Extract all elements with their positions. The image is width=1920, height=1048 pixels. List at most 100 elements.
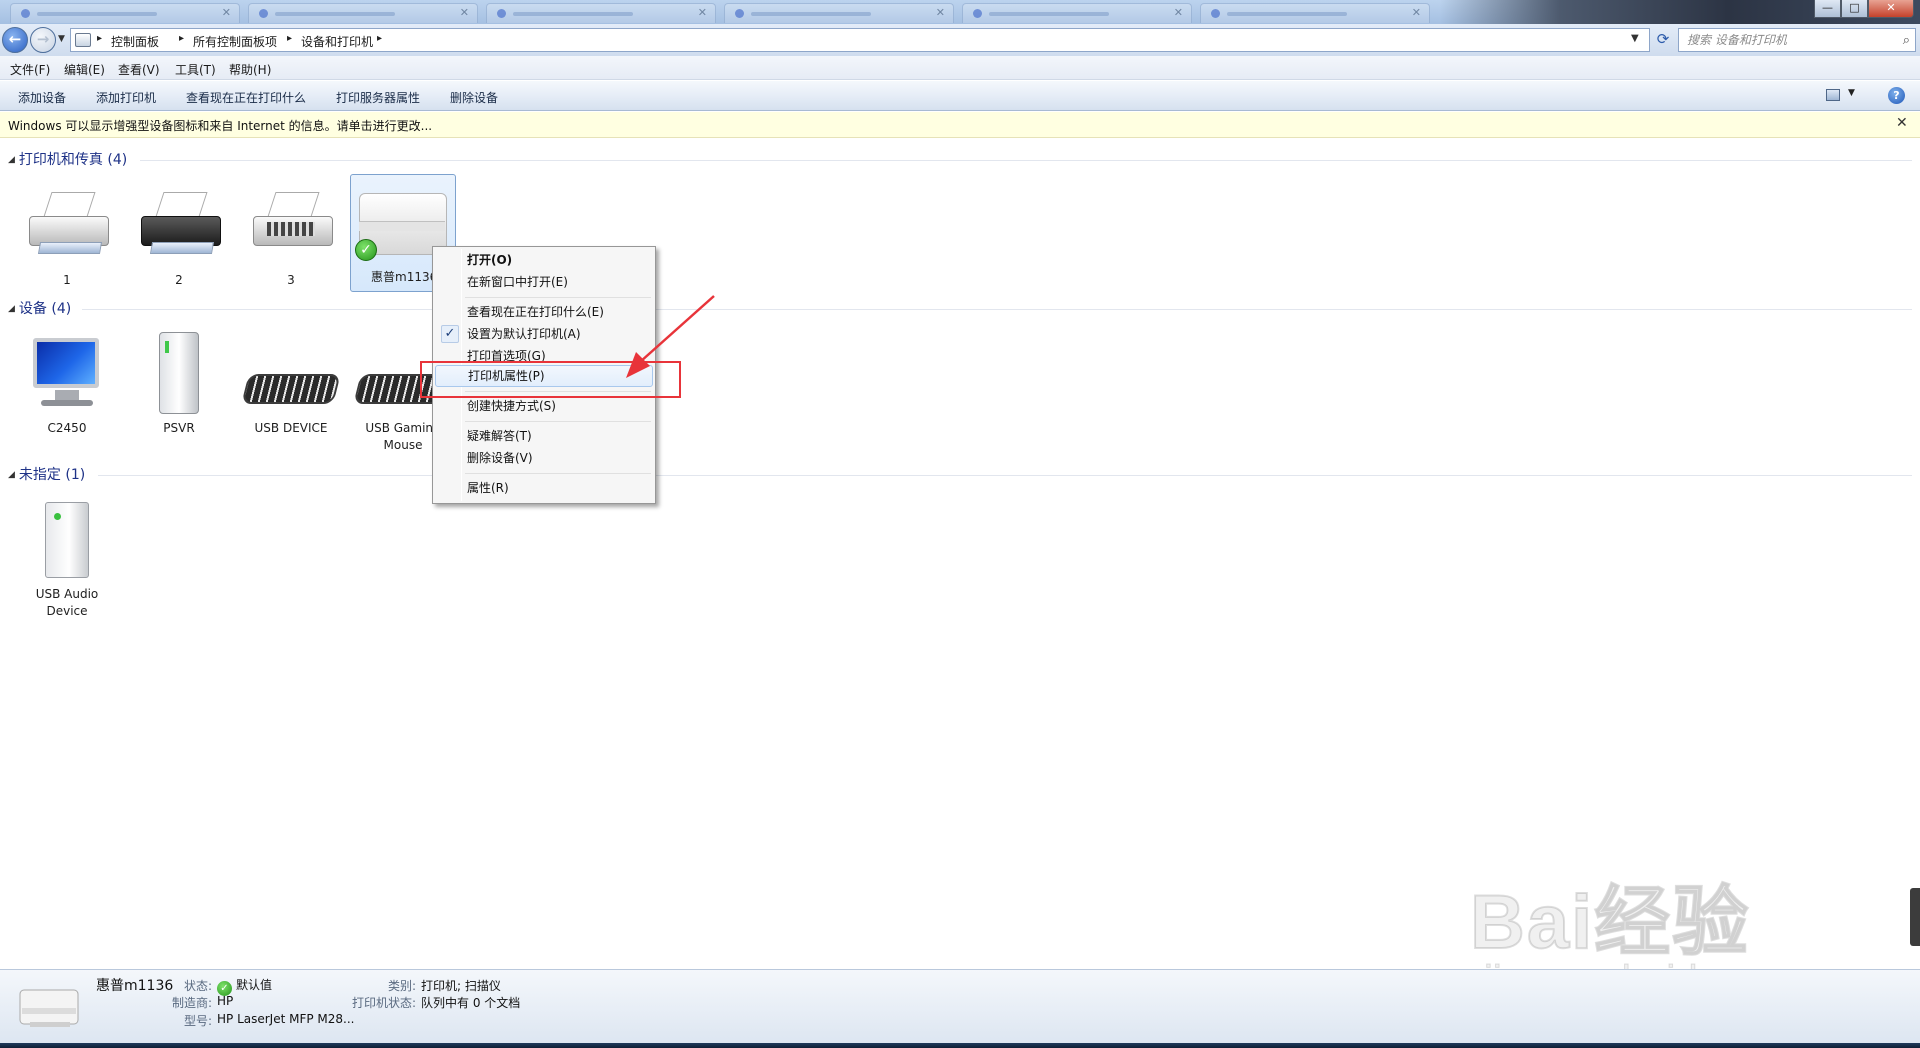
- device-label: USB Audio Device: [35, 587, 99, 618]
- detail-manufacturer-label: 制造商:: [172, 996, 213, 1010]
- group-title: 设备 (4): [18, 301, 72, 317]
- back-button[interactable]: ←: [2, 27, 28, 53]
- printer-icon: [129, 182, 229, 268]
- forward-button[interactable]: →: [30, 27, 56, 53]
- background-tab[interactable]: ✕: [486, 3, 716, 23]
- info-bar[interactable]: Windows 可以显示增强型设备图标和来自 Internet 的信息。请单击进…: [0, 112, 1920, 138]
- detail-status-value: ✓ 默认值: [217, 976, 272, 996]
- collapse-triangle-icon[interactable]: ◢: [8, 155, 15, 165]
- tab-close-icon[interactable]: ✕: [1174, 6, 1183, 19]
- remove-device-button[interactable]: 删除设备: [450, 89, 498, 106]
- menu-file[interactable]: 文件(F): [10, 61, 50, 78]
- group-divider: [98, 475, 1912, 476]
- tab-favicon: [735, 9, 744, 18]
- device-monitor-c2450[interactable]: C2450: [12, 330, 122, 437]
- detail-printer-status-value: 队列中有 0 个文档: [421, 996, 521, 1010]
- tab-title-blur: [275, 12, 395, 16]
- device-usb-audio[interactable]: USB Audio Device: [12, 496, 122, 620]
- group-divider: [82, 309, 1912, 310]
- breadcrumb-control-panel[interactable]: 控制面板: [111, 33, 159, 50]
- address-bar[interactable]: ▸ 控制面板 ▸ 所有控制面板项 ▸ 设备和打印机 ▸ ▼: [70, 28, 1650, 52]
- multifunction-printer-icon: [19, 989, 79, 1027]
- help-icon[interactable]: ?: [1888, 87, 1905, 104]
- breadcrumb-all-items[interactable]: 所有控制面板项: [193, 33, 277, 50]
- device-label: PSVR: [163, 421, 195, 435]
- print-server-properties-button[interactable]: 打印服务器属性: [336, 89, 420, 106]
- side-grip-handle[interactable]: [1910, 888, 1920, 946]
- address-history-dropdown-icon[interactable]: ▼: [1631, 33, 1639, 44]
- menu-help[interactable]: 帮助(H): [229, 61, 271, 78]
- group-title: 未指定 (1): [18, 467, 86, 483]
- menu-item-properties[interactable]: 属性(R): [435, 477, 653, 499]
- menu-item-label: 设置为默认打印机(A): [467, 327, 581, 341]
- menu-tools[interactable]: 工具(T): [175, 61, 216, 78]
- menu-view[interactable]: 查看(V): [118, 61, 160, 78]
- tab-title-blur: [751, 12, 871, 16]
- tab-title-blur: [513, 12, 633, 16]
- search-icon[interactable]: ⌕: [1903, 30, 1910, 52]
- add-device-button[interactable]: 添加设备: [18, 89, 66, 106]
- detail-status-text: 默认值: [236, 978, 273, 992]
- device-psvr[interactable]: PSVR: [124, 330, 234, 437]
- breadcrumb-devices-printers[interactable]: 设备和打印机: [301, 33, 373, 50]
- tab-close-icon[interactable]: ✕: [222, 6, 231, 19]
- menu-item-create-shortcut[interactable]: 创建快捷方式(S): [435, 395, 653, 417]
- background-tab[interactable]: ✕: [962, 3, 1192, 23]
- fax-icon: [241, 182, 341, 268]
- background-tab[interactable]: ✕: [248, 3, 478, 23]
- see-whats-printing-button[interactable]: 查看现在正在打印什么: [186, 89, 306, 106]
- collapse-triangle-icon[interactable]: ◢: [8, 470, 15, 480]
- collapse-triangle-icon[interactable]: ◢: [8, 304, 15, 314]
- details-pane: 惠普m1136 状态: ✓ 默认值 制造商: HP 型号: HP LaserJet…: [0, 969, 1920, 1043]
- breadcrumb-separator-icon[interactable]: ▸: [179, 33, 184, 44]
- close-button[interactable]: ✕: [1868, 0, 1914, 18]
- tab-close-icon[interactable]: ✕: [936, 6, 945, 19]
- add-printer-button[interactable]: 添加打印机: [96, 89, 156, 106]
- default-printer-check-icon: ✓: [355, 239, 377, 261]
- tab-close-icon[interactable]: ✕: [1412, 6, 1421, 19]
- menu-separator: [465, 421, 651, 422]
- group-header-printers[interactable]: ◢ 打印机和传真 (4): [8, 149, 127, 169]
- breadcrumb-separator-icon[interactable]: ▸: [287, 33, 292, 44]
- view-options-dropdown-icon[interactable]: ▼: [1848, 88, 1855, 98]
- menu-item-troubleshoot[interactable]: 疑难解答(T): [435, 425, 653, 447]
- checkmark-icon: ✓: [441, 325, 459, 343]
- device-usb-device[interactable]: USB DEVICE: [236, 330, 346, 437]
- group-header-devices[interactable]: ◢ 设备 (4): [8, 298, 71, 318]
- recent-pages-dropdown-icon[interactable]: ▼: [58, 34, 65, 44]
- info-bar-text[interactable]: Windows 可以显示增强型设备图标和来自 Internet 的信息。请单击进…: [8, 117, 432, 134]
- background-tab[interactable]: ✕: [1200, 3, 1430, 23]
- breadcrumb-separator-icon[interactable]: ▸: [97, 33, 102, 44]
- tab-title-blur: [1227, 12, 1347, 16]
- group-header-unspecified[interactable]: ◢ 未指定 (1): [8, 464, 85, 484]
- menu-edit[interactable]: 编辑(E): [64, 61, 105, 78]
- menu-item-open[interactable]: 打开(O): [435, 249, 653, 271]
- background-tab[interactable]: ✕: [724, 3, 954, 23]
- change-view-icon[interactable]: [1826, 89, 1840, 101]
- taskbar: [0, 1043, 1920, 1048]
- menu-item-remove-device[interactable]: 删除设备(V): [435, 447, 653, 469]
- info-bar-close-icon[interactable]: ✕: [1896, 115, 1908, 131]
- tab-title-blur: [989, 12, 1109, 16]
- refresh-button[interactable]: ⟳: [1654, 30, 1672, 50]
- group-title: 打印机和传真 (4): [18, 152, 128, 168]
- tab-close-icon[interactable]: ✕: [460, 6, 469, 19]
- breadcrumb-separator-icon[interactable]: ▸: [377, 33, 382, 44]
- minimize-button[interactable]: —: [1814, 0, 1841, 18]
- device-printer-1[interactable]: 1: [12, 182, 122, 289]
- tower-device-icon: [129, 330, 229, 416]
- maximize-button[interactable]: □: [1841, 0, 1868, 18]
- annotation-arrow-icon: [626, 295, 715, 378]
- tab-close-icon[interactable]: ✕: [698, 6, 707, 19]
- device-fax-3[interactable]: 3: [236, 182, 346, 289]
- device-label: 2: [175, 273, 183, 287]
- detail-manufacturer-value: HP: [217, 994, 234, 1008]
- detail-model-label: 型号:: [184, 1014, 213, 1028]
- printer-icon: [17, 182, 117, 268]
- tab-favicon: [1211, 9, 1220, 18]
- device-printer-2[interactable]: 2: [124, 182, 234, 289]
- search-input[interactable]: 搜索 设备和打印机 ⌕: [1678, 28, 1916, 52]
- tab-title-blur: [37, 12, 157, 16]
- command-bar: 添加设备 添加打印机 查看现在正在打印什么 打印服务器属性 删除设备 ▼ ?: [0, 81, 1920, 111]
- background-tab[interactable]: ✕: [10, 3, 240, 23]
